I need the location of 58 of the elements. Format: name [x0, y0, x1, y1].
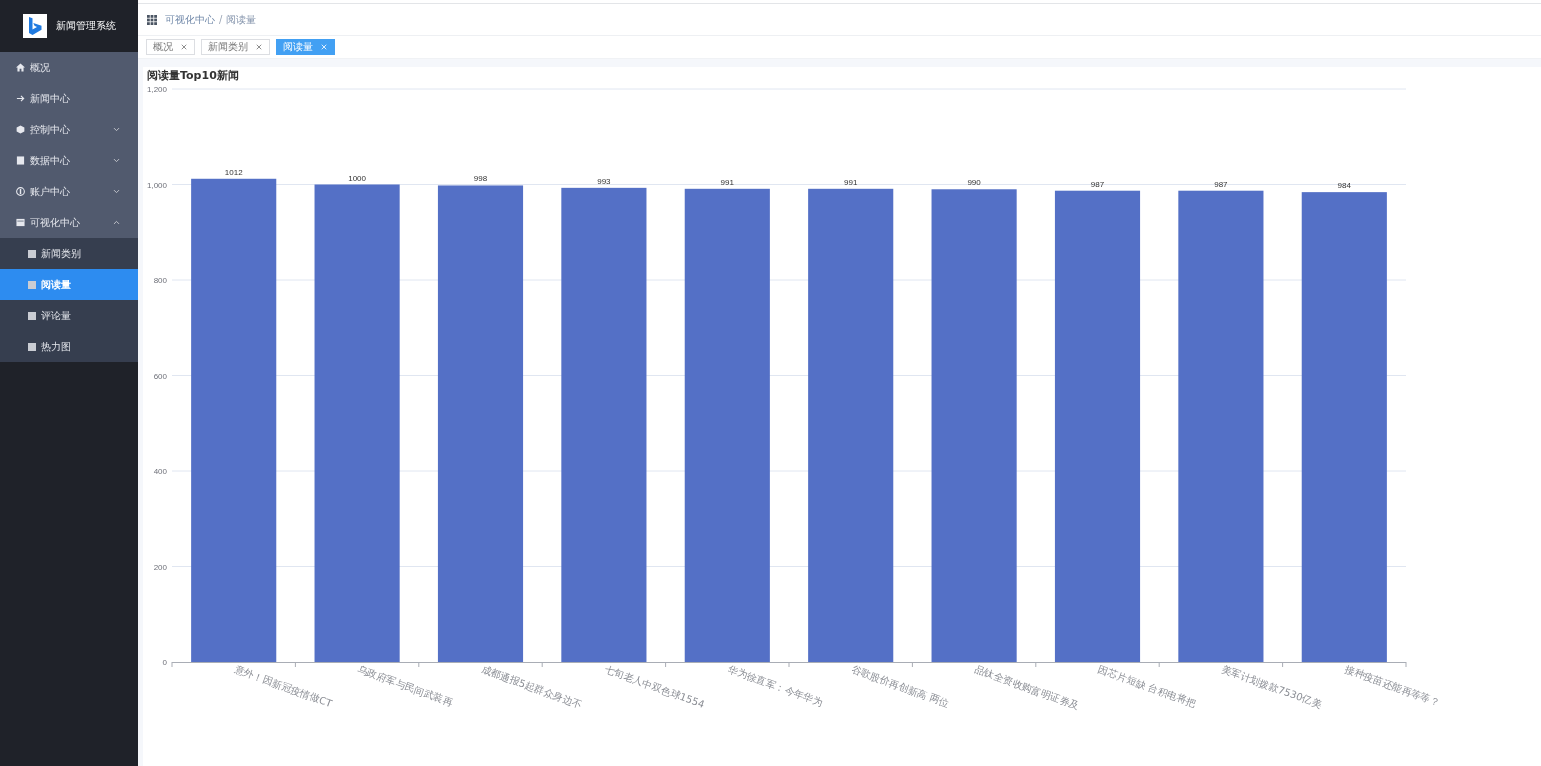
x-axis-label: 乌政府军与民间武装再: [356, 663, 455, 709]
x-axis-label: 品钛全资收购富明证券及: [973, 663, 1081, 712]
y-axis-label: 1,200: [146, 85, 167, 94]
close-icon[interactable]: [255, 43, 263, 51]
bar-value-label: 991: [720, 177, 734, 187]
bar-value-label: 998: [473, 174, 488, 184]
menu-item[interactable]: 控制中心: [0, 114, 138, 145]
square-icon: [28, 311, 36, 320]
bar-value-label: 1000: [348, 173, 366, 183]
y-axis-label: 600: [153, 371, 167, 381]
submenu-item[interactable]: 阅读量: [0, 269, 138, 300]
coin-icon: [16, 187, 25, 196]
x-axis-label: 接种疫苗还能再等等？: [1343, 663, 1442, 709]
y-axis-label: 800: [153, 276, 167, 285]
bar-value-label: 984: [1337, 181, 1351, 191]
bar-value-label: 990: [967, 178, 981, 188]
breadcrumb-current[interactable]: 阅读量: [226, 12, 257, 27]
y-axis-label: 0: [162, 658, 167, 667]
y-axis-label: 200: [153, 562, 167, 572]
menu-item[interactable]: 数据中心: [0, 145, 138, 176]
home-icon: [16, 63, 25, 72]
arrow-right-icon: [16, 94, 25, 103]
x-axis-label: 华为徐直军：今年华为: [726, 663, 825, 709]
menu-item[interactable]: 概况: [0, 52, 138, 83]
menu-item[interactable]: 新闻中心: [0, 83, 138, 114]
menu-item[interactable]: 账户中心: [0, 176, 138, 207]
x-axis-label: 意外！因新冠疫情做CT: [233, 663, 334, 710]
bar-value-label: 1012: [224, 167, 243, 177]
board-icon: [16, 218, 25, 227]
square-icon: [28, 249, 36, 258]
x-axis-label: 因芯片短缺 台积电将把: [1096, 663, 1198, 710]
app-title: 新闻管理系统: [56, 19, 116, 33]
square-icon: [28, 342, 36, 351]
submenu-item[interactable]: 新闻类别: [0, 238, 138, 269]
bar-value-label: 991: [844, 177, 858, 187]
y-axis-label: 1,000: [146, 180, 167, 190]
submenu-item[interactable]: 热力图: [0, 331, 138, 362]
bar-value-label: 987: [1090, 179, 1105, 189]
logo-icon: [23, 14, 47, 38]
tab[interactable]: 概况: [146, 39, 195, 55]
x-axis-label: 谷歌股价再创新高 两位: [850, 663, 951, 710]
bar-value-label: 987: [1214, 179, 1228, 189]
square-icon: [28, 280, 36, 289]
square-icon: [16, 156, 25, 165]
tab[interactable]: 新闻类别: [201, 39, 270, 55]
close-icon[interactable]: [180, 43, 188, 51]
menu-item[interactable]: 可视化中心: [0, 207, 138, 238]
hexagon-icon: [16, 125, 25, 134]
chart-title: 阅读量Top10新闻: [147, 69, 239, 83]
breadcrumb-link[interactable]: 可视化中心: [165, 12, 215, 27]
bar-value-label: 993: [597, 176, 611, 186]
breadcrumb-separator: /: [219, 14, 223, 25]
submenu-item[interactable]: 评论量: [0, 300, 138, 331]
x-axis-label: 美军计划拨款7530亿美: [1220, 663, 1324, 710]
x-axis-label: 成都通报5起群众身边不: [479, 663, 584, 711]
x-axis-label: 七旬老人中双色球1554: [603, 663, 707, 710]
grid-icon[interactable]: [147, 14, 157, 25]
y-axis-label: 400: [153, 467, 167, 476]
